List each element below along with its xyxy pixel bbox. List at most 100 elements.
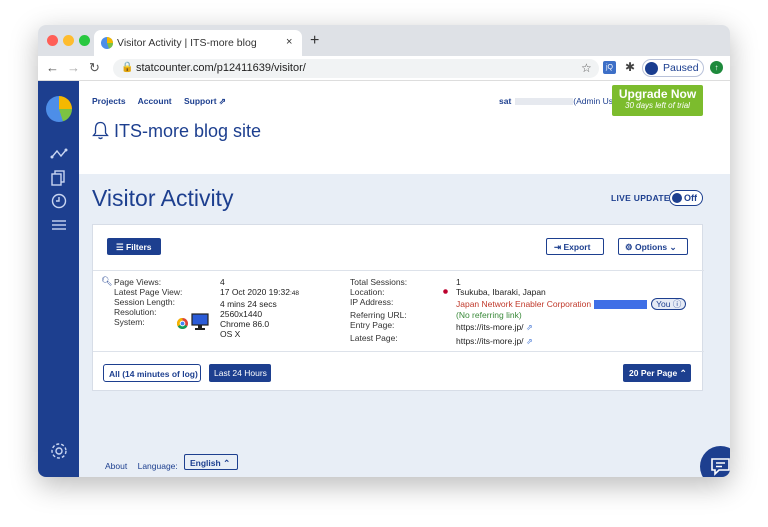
resolution-value: 2560x1440 [220, 309, 263, 319]
chevron-up-icon: ⌃ [679, 368, 687, 378]
projects-graph-icon[interactable] [50, 147, 68, 161]
projects-link[interactable]: Projects [92, 96, 126, 106]
label-location: Location: [350, 287, 385, 297]
address-bar[interactable]: 🔒 statcounter.com/p12411639/visitor/ ☆ [113, 59, 599, 78]
chevron-up-icon: ⌃ [223, 458, 231, 468]
chevron-down-icon: ⌄ [669, 242, 677, 252]
menu-icon[interactable] [50, 218, 68, 232]
label-session-length: Session Length: [114, 297, 175, 307]
bell-icon[interactable] [92, 121, 109, 140]
label-latest-page: Latest Page: [350, 333, 398, 343]
user-name: sat [499, 96, 512, 106]
browser-tab[interactable]: Visitor Activity | ITS-more blog × [94, 30, 302, 56]
latest-page-view-seconds: :48 [289, 290, 299, 297]
tab-bar: Visitor Activity | ITS-more blog × + [38, 25, 730, 56]
label-ip-address: IP Address: [350, 297, 394, 307]
ip-organization[interactable]: Japan Network Enabler Corporation [456, 299, 591, 309]
navigation-bar: ← → ↻ 🔒 statcounter.com/p12411639/visito… [38, 56, 730, 81]
page-heading: Visitor Activity [92, 185, 234, 211]
page-views-value: 4 [220, 277, 225, 287]
entry-page-value: https://its-more.jp/ ⇗ [456, 322, 686, 333]
tab-close-icon[interactable]: × [286, 36, 292, 48]
forward-arrow-icon[interactable]: → [67, 60, 80, 75]
chat-bubble-icon [711, 458, 730, 476]
maximize-window-button[interactable] [79, 35, 90, 46]
language-value: English [190, 458, 221, 468]
profile-status-label: Paused [663, 62, 699, 74]
referring-url-value: (No referring link) [456, 310, 522, 320]
chrome-icon [177, 318, 188, 329]
external-link-icon: ⇗ [218, 96, 227, 106]
label-latest-page-view: Latest Page View: [114, 287, 183, 297]
bookmark-star-icon[interactable]: ☆ [581, 61, 592, 75]
browser-window: Visitor Activity | ITS-more blog × + ← →… [38, 25, 730, 477]
update-arrow-icon[interactable]: ↑ [710, 61, 723, 74]
options-button[interactable]: ⚙ Options ⌄ [618, 238, 688, 255]
extensions-puzzle-icon[interactable]: ✱ [625, 60, 635, 74]
ip-address-value: Japan Network Enabler Corporation You ⓘ [456, 298, 687, 310]
profile-paused-button[interactable]: Paused [642, 59, 704, 77]
per-page-button[interactable]: 20 Per Page ⌃ [623, 364, 691, 382]
external-link-icon[interactable]: ⇗ [526, 323, 533, 332]
range-24h-button[interactable]: Last 24 Hours [209, 364, 271, 382]
support-link[interactable]: Support ⇗ [184, 96, 226, 106]
site-title-text: ITS-more blog site [114, 121, 262, 141]
export-button[interactable]: ⇥ Export [546, 238, 604, 255]
latest-page-value: https://its-more.jp/ ⇗ [456, 336, 686, 347]
jquery-extension-icon[interactable]: jQ [603, 61, 616, 74]
info-icon: ⓘ [672, 299, 682, 309]
label-system: System: [114, 317, 145, 327]
right-values: 1 Tsukuba, Ibaraki, Japan Japan Network … [456, 277, 687, 347]
statcounter-favicon-icon [101, 37, 113, 49]
left-values: 4 17 Oct 2020 19:32:48 4 mins 24 secs 25… [220, 277, 299, 339]
profile-avatar-icon [645, 62, 658, 75]
sliders-icon: ☰ [116, 242, 124, 252]
back-arrow-icon[interactable]: ← [46, 60, 59, 75]
about-link[interactable]: About [105, 461, 127, 471]
live-update-label: LIVE UPDATE [611, 193, 670, 203]
range-all-button[interactable]: All (14 minutes of log) [103, 364, 201, 382]
entry-page-url[interactable]: https://its-more.jp/ [456, 322, 524, 332]
language-select[interactable]: English ⌃ [184, 454, 238, 470]
you-label: You [656, 299, 671, 309]
tab-title: Visitor Activity | ITS-more blog [117, 37, 257, 49]
divider [93, 351, 704, 352]
label-entry-page: Entry Page: [350, 320, 395, 330]
copy-icon[interactable] [50, 170, 68, 186]
redacted-ip [594, 300, 648, 310]
settings-gear-icon[interactable] [50, 442, 68, 460]
magnifier-icon[interactable]: 🔍︎ [101, 276, 112, 287]
export-label: Export [563, 242, 591, 252]
session-length-value: 4 mins 24 secs [220, 299, 277, 309]
label-resolution: Resolution: [114, 307, 157, 317]
site-title: ITS-more blog site [92, 121, 261, 142]
clock-icon[interactable] [50, 193, 68, 209]
filters-button[interactable]: ☰ Filters [107, 238, 161, 255]
left-labels: Page Views: Latest Page View: Session Le… [114, 277, 182, 327]
filters-label: Filters [126, 242, 152, 252]
language-label: Language: [137, 461, 178, 471]
os-value: OS X [220, 329, 241, 339]
live-update-toggle[interactable]: Off [669, 190, 703, 206]
reload-icon[interactable]: ↻ [89, 60, 100, 76]
lock-icon: 🔒 [121, 62, 134, 73]
toggle-knob [672, 193, 682, 203]
export-icon: ⇥ [554, 242, 562, 252]
minimize-window-button[interactable] [63, 35, 74, 46]
latest-page-view-time: 17 Oct 2020 19:32 [220, 287, 290, 297]
statcounter-logo-icon[interactable] [46, 96, 72, 122]
page-content: Projects Account Support ⇗ sat (Admin Use… [79, 81, 730, 477]
upgrade-now-button[interactable]: Upgrade Now 30 days left of trial [612, 85, 703, 116]
new-tab-button[interactable]: + [310, 32, 319, 50]
upgrade-subtitle: 30 days left of trial [625, 101, 690, 110]
close-window-button[interactable] [47, 35, 58, 46]
latest-page-url[interactable]: https://its-more.jp/ [456, 336, 524, 346]
browser-value: Chrome 86.0 [220, 319, 270, 329]
label-total-sessions: Total Sessions: [350, 277, 408, 287]
you-badge[interactable]: You ⓘ [651, 298, 687, 310]
chat-button[interactable] [700, 446, 730, 477]
upgrade-title: Upgrade Now [618, 87, 697, 101]
right-labels: Total Sessions: Location: IP Address: Re… [350, 277, 407, 343]
account-link[interactable]: Account [138, 96, 172, 106]
external-link-icon[interactable]: ⇗ [526, 337, 533, 346]
